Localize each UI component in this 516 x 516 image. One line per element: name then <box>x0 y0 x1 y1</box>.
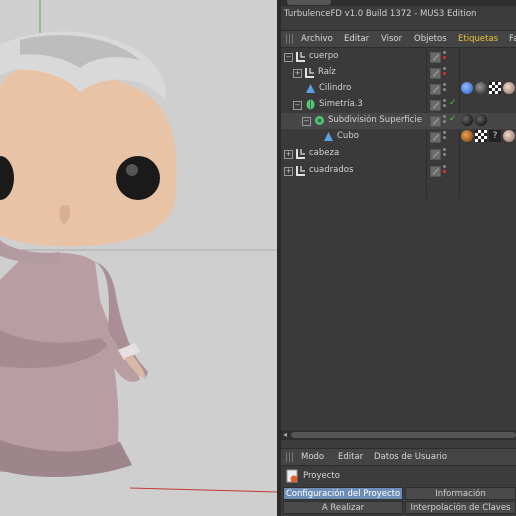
tree-row-cubo[interactable]: Cubo ? <box>281 129 516 145</box>
render-dots[interactable] <box>443 83 447 95</box>
menu-modo[interactable]: Modo <box>301 452 324 462</box>
menu-etiquetas[interactable]: Etiquetas <box>458 34 498 44</box>
top-tab-strip <box>281 0 516 6</box>
tab-interpolacion-de-claves[interactable]: Interpolación de Claves <box>405 501 516 514</box>
viewport[interactable] <box>0 0 277 516</box>
visibility-toggle[interactable] <box>430 68 441 79</box>
menubar-grip[interactable] <box>286 452 294 462</box>
expand-toggle[interactable]: − <box>284 53 293 62</box>
object-manager-menubar: Archivo Editar Visor Objetos Etiquetas F… <box>281 30 516 48</box>
window-title: TurbulenceFD v1.0 Build 1372 - MUS3 Edit… <box>284 9 477 19</box>
tree-row-label: Cubo <box>337 131 359 141</box>
visibility-toggle[interactable] <box>430 116 441 127</box>
attributes-current-object: Proyecto <box>303 471 340 481</box>
tree-row-label: cuerpo <box>309 51 339 61</box>
project-icon <box>286 469 298 483</box>
question-tag-icon[interactable]: ? <box>489 130 501 142</box>
expand-toggle[interactable]: + <box>284 150 293 159</box>
material-tag-icon[interactable] <box>503 130 515 142</box>
tree-row-subdivision[interactable]: − Subdivisión Superficie ✓ <box>281 113 516 129</box>
menubar-grip[interactable] <box>286 34 294 44</box>
material-tag-icon[interactable] <box>503 82 515 94</box>
render-dots[interactable] <box>443 99 447 111</box>
render-dots[interactable] <box>443 148 447 160</box>
tree-row-cabeza[interactable]: + cabeza <box>281 146 516 162</box>
object-tree[interactable]: − cuerpo + Raíz Cilindro − Simetría.3 ✓ … <box>281 48 516 428</box>
enabled-check-icon[interactable]: ✓ <box>449 98 457 108</box>
tree-row-label: Subdivisión Superficie <box>328 115 422 125</box>
visibility-toggle[interactable] <box>430 84 441 95</box>
expand-toggle[interactable]: + <box>284 167 293 176</box>
menu-editar-attributes[interactable]: Editar <box>338 452 363 462</box>
menu-objetos[interactable]: Objetos <box>414 34 447 44</box>
scrollbar-thumb[interactable] <box>291 432 516 438</box>
tree-row-cilindro[interactable]: Cilindro <box>281 81 516 97</box>
null-object-icon <box>305 68 314 78</box>
null-object-icon <box>296 166 305 176</box>
material-tag-icon[interactable] <box>461 82 473 94</box>
tree-row-label: Raíz <box>318 67 336 77</box>
menu-datos-de-usuario[interactable]: Datos de Usuario <box>374 452 447 462</box>
null-object-icon <box>296 149 305 159</box>
expand-toggle[interactable]: − <box>302 117 311 126</box>
tree-row-raiz[interactable]: + Raíz <box>281 65 516 81</box>
menu-fa[interactable]: Fa <box>509 34 516 44</box>
window-tab[interactable] <box>287 0 331 5</box>
render-dots[interactable] <box>443 131 447 143</box>
menu-visor[interactable]: Visor <box>381 34 402 44</box>
tree-horizontal-scrollbar[interactable]: ◂ <box>281 430 516 440</box>
polygon-object-icon <box>324 132 333 141</box>
expand-toggle[interactable]: − <box>293 101 302 110</box>
material-tag-icon[interactable] <box>461 130 473 142</box>
tree-row-label: Simetría.3 <box>319 99 363 109</box>
menu-archivo[interactable]: Archivo <box>301 34 333 44</box>
tab-a-realizar[interactable]: A Realizar <box>283 501 403 514</box>
figure-head <box>0 31 177 247</box>
enabled-check-icon[interactable]: ✓ <box>449 114 457 124</box>
tab-configuracion-del-proyecto[interactable]: Configuración del Proyecto <box>283 487 403 500</box>
polygon-object-icon <box>306 84 315 93</box>
viewport-canvas[interactable] <box>0 0 277 516</box>
visibility-toggle[interactable] <box>430 132 441 143</box>
visibility-toggle[interactable] <box>430 149 441 160</box>
scroll-left-icon[interactable]: ◂ <box>283 430 287 439</box>
render-dots[interactable] <box>443 165 447 177</box>
tree-row-cuadrados[interactable]: + cuadrados <box>281 163 516 179</box>
subdivision-object-icon <box>315 116 324 125</box>
null-object-icon <box>296 52 305 62</box>
render-dots[interactable] <box>443 115 447 127</box>
render-dots[interactable] <box>443 67 447 79</box>
symmetry-object-icon <box>306 99 315 110</box>
tree-row-label: cuadrados <box>309 165 354 175</box>
visibility-toggle[interactable] <box>430 52 441 63</box>
material-tag-icon[interactable] <box>475 82 487 94</box>
menu-editar[interactable]: Editar <box>344 34 369 44</box>
expand-toggle[interactable]: + <box>293 69 302 78</box>
tree-row-label: cabeza <box>309 148 340 158</box>
right-panel: TurbulenceFD v1.0 Build 1372 - MUS3 Edit… <box>281 0 516 516</box>
tree-row-label: Cilindro <box>319 83 352 93</box>
visibility-toggle[interactable] <box>430 100 441 111</box>
render-dots[interactable] <box>443 51 447 63</box>
tab-informacion[interactable]: Información <box>405 487 516 500</box>
attributes-header: Proyecto <box>281 467 516 485</box>
attributes-menubar: Modo Editar Datos de Usuario <box>281 448 516 466</box>
material-tag-icon[interactable] <box>475 114 487 126</box>
tree-row-simetria[interactable]: − Simetría.3 ✓ <box>281 97 516 113</box>
tree-row-cuerpo[interactable]: − cuerpo <box>281 49 516 65</box>
uvw-tag-icon[interactable] <box>489 82 501 94</box>
visibility-toggle[interactable] <box>430 166 441 177</box>
uvw-tag-icon[interactable] <box>475 130 487 142</box>
material-tag-icon[interactable] <box>461 114 473 126</box>
